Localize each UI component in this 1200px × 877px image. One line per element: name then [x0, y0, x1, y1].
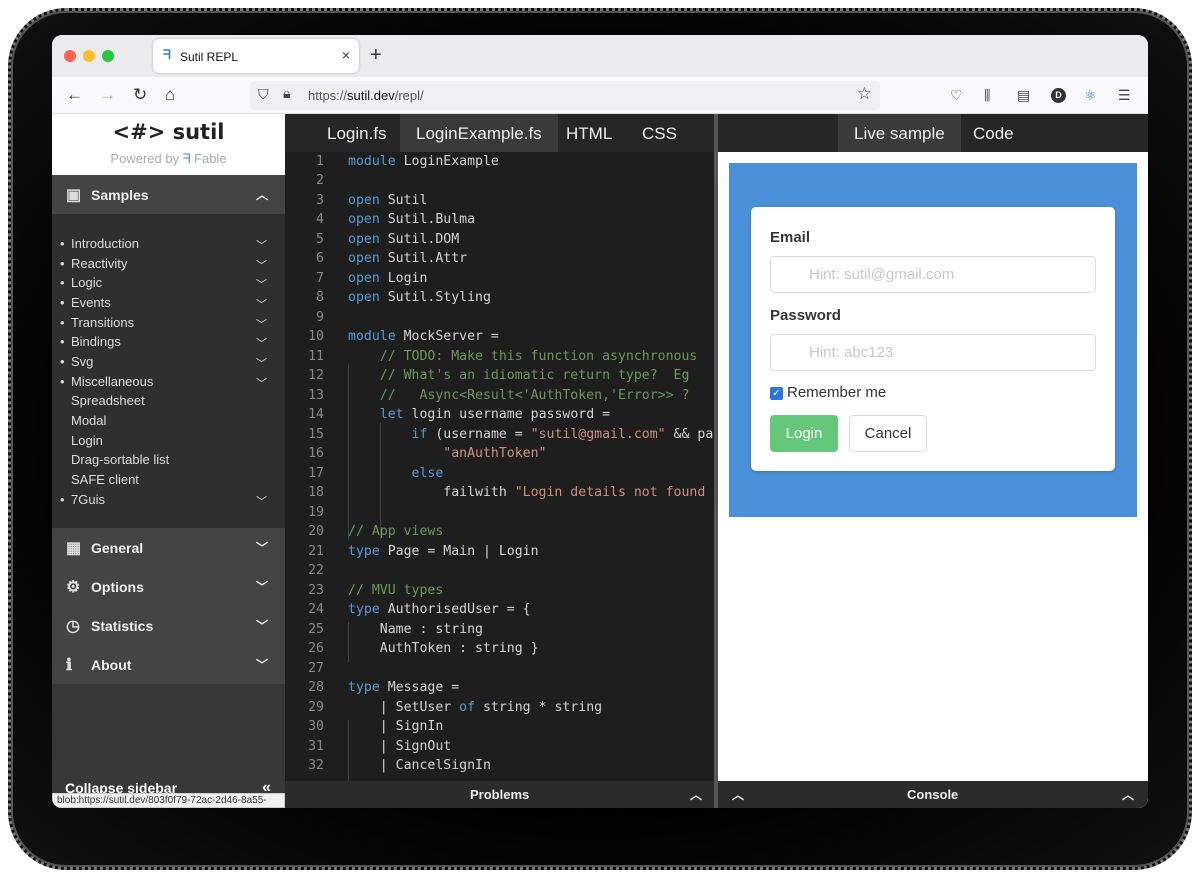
sample-item-transitions[interactable]: • Transitions ﹀: [52, 313, 285, 333]
password-label: Password: [770, 307, 841, 324]
code-editor-panel: Login.fs LoginExample.fs HTML CSS 1 modul…: [285, 114, 714, 781]
grid-icon: ▦: [66, 540, 82, 557]
browser-window: ᖷ Sutil REPL × + ← → ↻ ⌂ ⛉ 🔒︎ https://su…: [52, 35, 1148, 808]
chevron-down-icon: ﹀: [256, 496, 267, 508]
about-section-header[interactable]: ℹ About ﹀: [52, 645, 285, 684]
menu-icon[interactable]: ☰: [1118, 87, 1131, 104]
chevron-down-icon: ﹀: [255, 658, 268, 672]
login-button[interactable]: Login: [770, 415, 838, 452]
problems-panel-header[interactable]: Problems ︿: [285, 781, 714, 808]
sample-item-events[interactable]: • Events ﹀: [52, 293, 285, 313]
login-form-card: Email Hint: sutil@gmail.com Password Hin…: [751, 207, 1115, 471]
chevron-down-icon: ﹀: [256, 299, 267, 311]
sample-item-drag-sortable-list[interactable]: Drag-sortable list: [52, 450, 285, 470]
browser-tab-bar: ᖷ Sutil REPL × +: [52, 35, 1148, 77]
sample-item-svg[interactable]: • Svg ﹀: [52, 352, 285, 372]
live-sample-container: Email Hint: sutil@gmail.com Password Hin…: [729, 163, 1137, 517]
bookmark-star-icon[interactable]: ☆: [857, 84, 872, 104]
account-avatar[interactable]: D: [1051, 88, 1066, 103]
code-area[interactable]: 1 module LoginExample 2 3 open Sutil 4 open…: [285, 152, 714, 781]
pocket-icon[interactable]: ♡: [950, 87, 963, 104]
password-field[interactable]: Hint: abc123: [770, 334, 1096, 371]
chevron-down-icon: ﹀: [255, 580, 268, 594]
email-label: Email: [770, 229, 811, 246]
chevron-up-icon[interactable]: ︿: [1122, 786, 1134, 803]
sample-item-spreadsheet[interactable]: Spreadsheet: [52, 391, 285, 411]
close-window-button[interactable]: [64, 50, 76, 62]
library-icon[interactable]: ⫼: [984, 87, 990, 104]
minimize-window-button[interactable]: [83, 50, 95, 62]
options-section-header[interactable]: ⚙ Options ﹀: [52, 567, 285, 606]
forward-icon[interactable]: →: [99, 85, 116, 105]
remember-me-checkbox[interactable]: ✓: [770, 387, 783, 400]
chevron-up-icon[interactable]: ︿: [732, 786, 744, 803]
browser-tab[interactable]: ᖷ Sutil REPL ×: [153, 39, 359, 73]
chevron-down-icon: ﹀: [255, 619, 268, 633]
sample-item-introduction[interactable]: • Introduction ﹀: [52, 234, 285, 254]
zoom-window-button[interactable]: [102, 50, 114, 62]
url-text[interactable]: https://sutil.dev/repl/: [308, 88, 424, 103]
sidebar: <#> sutil Powered by ᖷ Fable ▣ Samples ︿…: [52, 114, 285, 808]
chevron-down-icon: ﹀: [256, 260, 267, 272]
general-section-header[interactable]: ▦ General ﹀: [52, 528, 285, 567]
book-icon: ▣: [66, 187, 82, 204]
tab-css[interactable]: CSS: [626, 114, 693, 152]
sample-item-logic[interactable]: • Logic ﹀: [52, 273, 285, 293]
chevron-up-icon: ︿: [255, 188, 268, 202]
address-bar[interactable]: ⛉ 🔒︎ https://sutil.dev/repl/ ☆: [250, 81, 880, 110]
console-panel-header[interactable]: ︿ Console ︿: [718, 781, 1148, 808]
sample-item-reactivity[interactable]: • Reactivity ﹀: [52, 254, 285, 274]
editor-tabs: Login.fs LoginExample.fs HTML CSS: [285, 114, 714, 152]
sample-item-7guis[interactable]: • 7Guis ﹀: [52, 490, 285, 510]
lock-icon[interactable]: 🔒︎: [283, 85, 290, 102]
sample-item-miscellaneous[interactable]: • Miscellaneous ﹀: [52, 372, 285, 392]
powered-by: Powered by ᖷ Fable: [110, 151, 227, 166]
info-icon: ℹ: [66, 657, 73, 674]
gear-icon: ⚙: [66, 579, 81, 596]
fable-logo-icon: ᖷ: [182, 151, 191, 166]
new-tab-button[interactable]: +: [370, 44, 382, 67]
repl-app: <#> sutil Powered by ᖷ Fable ▣ Samples ︿…: [52, 114, 1148, 808]
tab-html[interactable]: HTML: [550, 114, 628, 152]
status-url-tooltip: blob:https://sutil.dev/803f0f79-72ac-2d4…: [52, 793, 285, 808]
cancel-button[interactable]: Cancel: [849, 415, 927, 452]
tab-live-sample[interactable]: Live sample: [838, 114, 961, 152]
chevron-down-icon: ﹀: [256, 240, 267, 252]
chevron-down-icon: ﹀: [255, 541, 268, 555]
chevron-down-icon: ﹀: [256, 338, 267, 350]
reload-icon[interactable]: ↻: [133, 85, 147, 105]
chevron-down-icon: ﹀: [256, 358, 267, 370]
react-devtools-icon[interactable]: ⚛: [1084, 87, 1097, 104]
sample-item-bindings[interactable]: • Bindings ﹀: [52, 332, 285, 352]
browser-nav-bar: ← → ↻ ⌂ ⛉ 🔒︎ https://sutil.dev/repl/ ☆ ♡…: [52, 77, 1148, 114]
logo-area: <#> sutil Powered by ᖷ Fable: [52, 114, 285, 175]
samples-section-header[interactable]: ▣ Samples ︿: [52, 175, 285, 214]
sutil-logo: <#> sutil: [112, 120, 225, 144]
clock-icon: ◷: [66, 618, 80, 635]
chevron-up-icon[interactable]: ︿: [690, 786, 702, 803]
preview-tabs: Live sample Code: [718, 114, 1148, 152]
preview-panel: Live sample Code Email Hint: sutil@gmail…: [718, 114, 1148, 808]
chevron-down-icon: ﹀: [256, 378, 267, 390]
home-icon[interactable]: ⌂: [165, 85, 175, 105]
chevron-down-icon: ﹀: [256, 319, 267, 331]
browser-tab-title: Sutil REPL: [180, 50, 239, 64]
back-icon[interactable]: ←: [66, 85, 83, 105]
fable-favicon-icon: ᖷ: [163, 47, 171, 62]
sample-item-modal[interactable]: Modal: [52, 411, 285, 431]
samples-list: • Introduction ﹀ • Reactivity ﹀ • Logic ﹀ • Eve…: [52, 214, 285, 528]
shield-icon[interactable]: ⛉: [258, 86, 269, 103]
sample-item-safe-client[interactable]: SAFE client: [52, 470, 285, 490]
tab-code[interactable]: Code: [957, 114, 1030, 152]
statistics-section-header[interactable]: ◷ Statistics ﹀: [52, 606, 285, 645]
sidebar-toggle-icon[interactable]: ▤: [1017, 87, 1030, 104]
sample-item-login[interactable]: Login: [52, 431, 285, 451]
email-field[interactable]: Hint: sutil@gmail.com: [770, 256, 1096, 293]
remember-me-label[interactable]: Remember me: [787, 384, 886, 401]
tab-login-fs[interactable]: Login.fs: [311, 114, 403, 152]
tab-loginexample-fs[interactable]: LoginExample.fs: [400, 114, 558, 152]
chevron-down-icon: ﹀: [256, 279, 267, 291]
close-tab-icon[interactable]: ×: [342, 47, 350, 63]
